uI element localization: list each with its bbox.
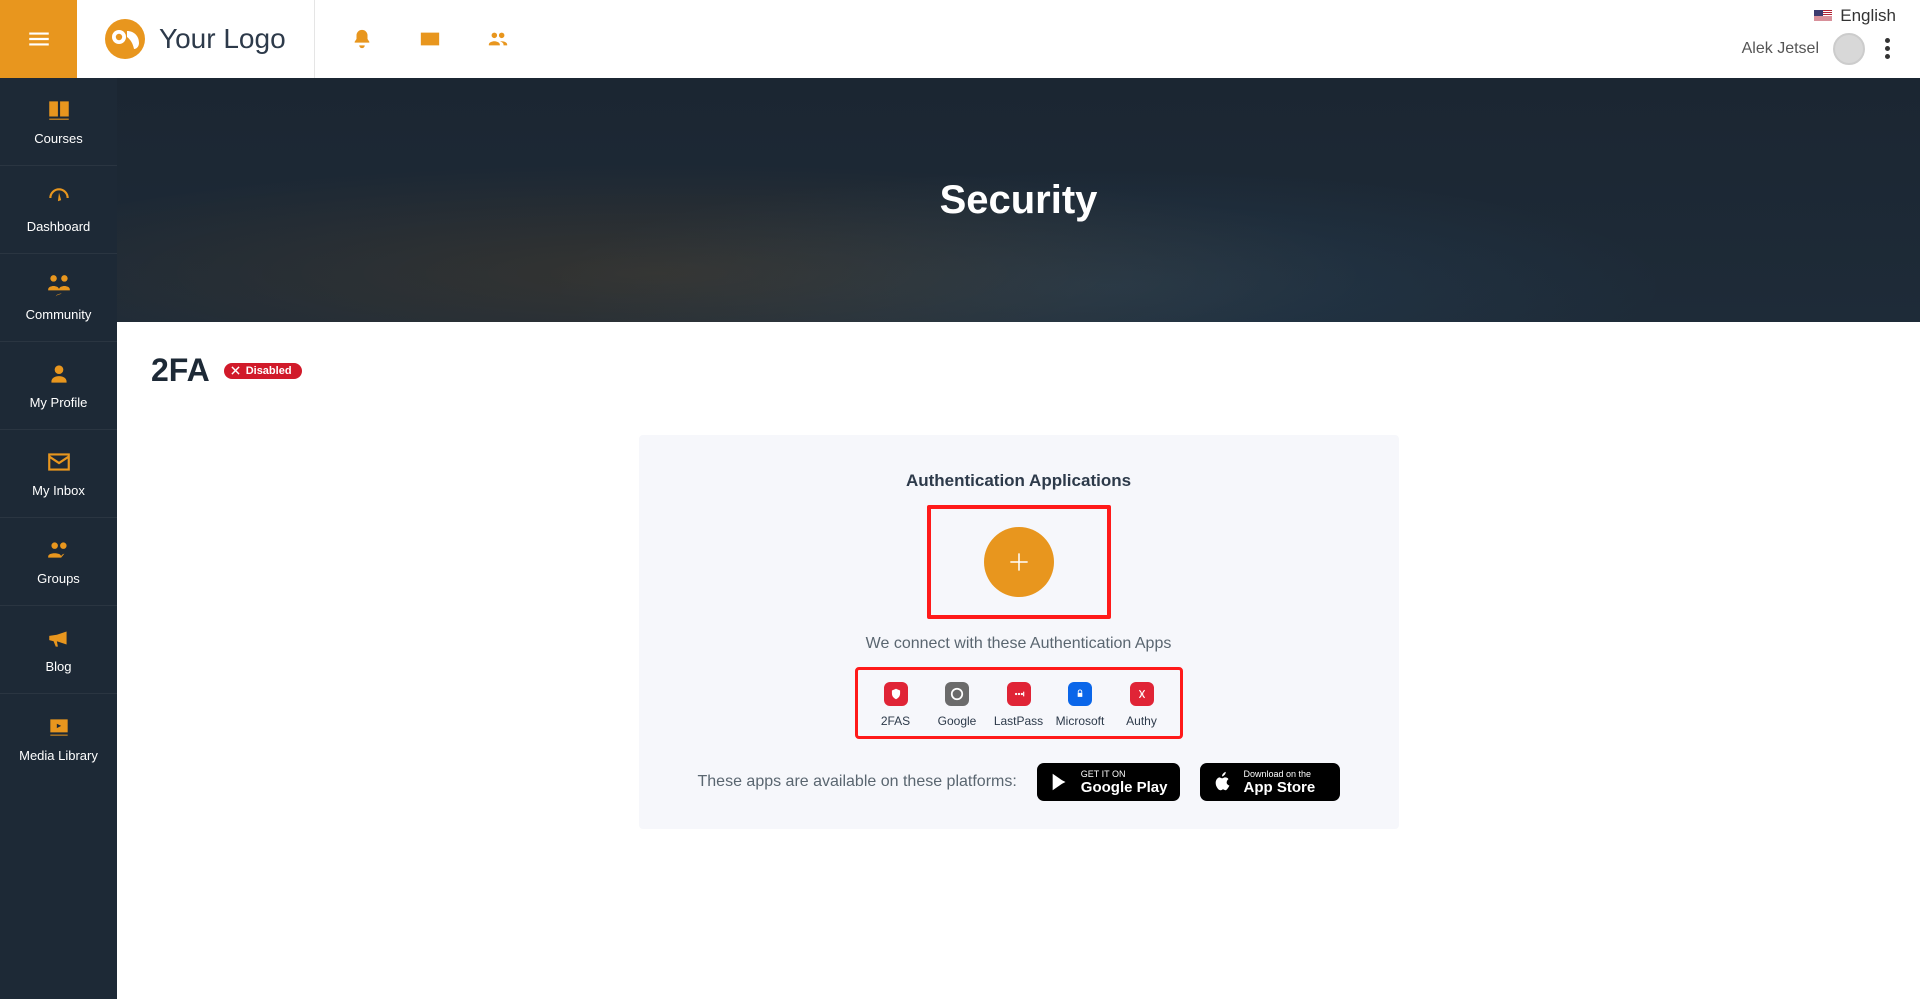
auth-apps-panel: Authentication Applications We connect w…	[639, 435, 1399, 829]
app-google: Google	[927, 682, 987, 728]
panel-heading: Authentication Applications	[675, 471, 1363, 491]
add-authenticator-button[interactable]	[984, 527, 1054, 597]
app-lastpass: LastPass	[989, 682, 1049, 728]
sidebar-item-label: My Profile	[30, 395, 88, 410]
hamburger-icon	[26, 26, 52, 52]
app-label: LastPass	[994, 714, 1043, 728]
mail-icon[interactable]	[419, 28, 441, 50]
sidebar-item-inbox[interactable]: My Inbox	[0, 430, 117, 518]
sidebar-item-courses[interactable]: Courses	[0, 78, 117, 166]
hero-banner: Security	[117, 78, 1920, 322]
app-label: 2FAS	[881, 714, 910, 728]
status-badge-label: Disabled	[246, 365, 292, 377]
sidebar-item-label: My Inbox	[32, 483, 85, 498]
section-header: 2FA Disabled	[151, 352, 1886, 389]
avatar[interactable]	[1833, 33, 1865, 65]
platforms-text: These apps are available on these platfo…	[698, 773, 1017, 791]
app-label: Google	[938, 714, 977, 728]
user-icon	[46, 361, 72, 387]
sidebar-item-dashboard[interactable]: Dashboard	[0, 166, 117, 254]
google-play-big: Google Play	[1081, 780, 1168, 795]
language-label: English	[1840, 6, 1896, 26]
top-quick-actions	[315, 28, 509, 50]
gauge-icon	[46, 185, 72, 211]
top-right: English Alek Jetsel	[1742, 6, 1896, 65]
sidebar-item-blog[interactable]: Blog	[0, 606, 117, 694]
book-icon	[46, 97, 72, 123]
google-authenticator-icon	[945, 682, 969, 706]
app-store-big: App Store	[1244, 780, 1316, 795]
sidebar-item-label: Community	[26, 307, 92, 322]
close-icon	[230, 365, 242, 377]
content: 2FA Disabled Authentication Applications…	[117, 322, 1920, 999]
us-flag-icon	[1814, 10, 1832, 22]
app-microsoft: Microsoft	[1050, 682, 1110, 728]
sidebar-item-profile[interactable]: My Profile	[0, 342, 117, 430]
app-label: Authy	[1126, 714, 1157, 728]
sidebar-item-label: Blog	[45, 659, 71, 674]
sidebar-item-label: Media Library	[19, 748, 98, 763]
inbox-icon	[46, 449, 72, 475]
user-menu: Alek Jetsel	[1742, 32, 1896, 65]
sidebar: Courses Dashboard Community My Profile M…	[0, 78, 117, 999]
section-title: 2FA	[151, 352, 210, 389]
sidebar-item-label: Dashboard	[27, 219, 91, 234]
google-play-button[interactable]: GET IT ON Google Play	[1037, 763, 1180, 801]
plus-icon	[1006, 549, 1032, 575]
connect-text: We connect with these Authentication App…	[675, 635, 1363, 653]
logo[interactable]: Your Logo	[77, 0, 315, 78]
authy-icon	[1130, 682, 1154, 706]
lastpass-icon	[1007, 682, 1031, 706]
google-play-icon	[1049, 771, 1071, 793]
apple-icon	[1212, 771, 1234, 793]
sidebar-item-label: Groups	[37, 571, 80, 586]
logo-icon	[105, 19, 145, 59]
2fas-icon	[884, 682, 908, 706]
app-label: Microsoft	[1056, 714, 1105, 728]
logo-text: Your Logo	[159, 23, 286, 55]
more-menu-button[interactable]	[1879, 32, 1896, 65]
app-2fas: 2FAS	[866, 682, 926, 728]
sidebar-item-media-library[interactable]: Media Library	[0, 694, 117, 782]
add-app-highlight	[927, 505, 1111, 619]
supported-apps-list: 2FAS Google LastPass	[866, 682, 1172, 728]
supported-apps-highlight: 2FAS Google LastPass	[855, 667, 1183, 739]
group-icon	[46, 537, 72, 563]
language-switcher[interactable]: English	[1814, 6, 1896, 26]
sidebar-item-label: Courses	[34, 131, 82, 146]
people-icon[interactable]	[487, 28, 509, 50]
page-title: Security	[940, 178, 1098, 223]
app-authy: Authy	[1112, 682, 1172, 728]
megaphone-icon	[46, 625, 72, 651]
bell-icon[interactable]	[351, 28, 373, 50]
sidebar-item-community[interactable]: Community	[0, 254, 117, 342]
user-name: Alek Jetsel	[1742, 40, 1819, 58]
app-store-button[interactable]: Download on the App Store	[1200, 763, 1340, 801]
top-bar: Your Logo English Alek Jetsel	[0, 0, 1920, 78]
microsoft-authenticator-icon	[1068, 682, 1092, 706]
sidebar-item-groups[interactable]: Groups	[0, 518, 117, 606]
status-badge: Disabled	[224, 363, 302, 379]
media-icon	[46, 714, 72, 740]
community-icon	[46, 273, 72, 299]
menu-toggle-button[interactable]	[0, 0, 77, 78]
platforms-row: These apps are available on these platfo…	[675, 763, 1363, 801]
